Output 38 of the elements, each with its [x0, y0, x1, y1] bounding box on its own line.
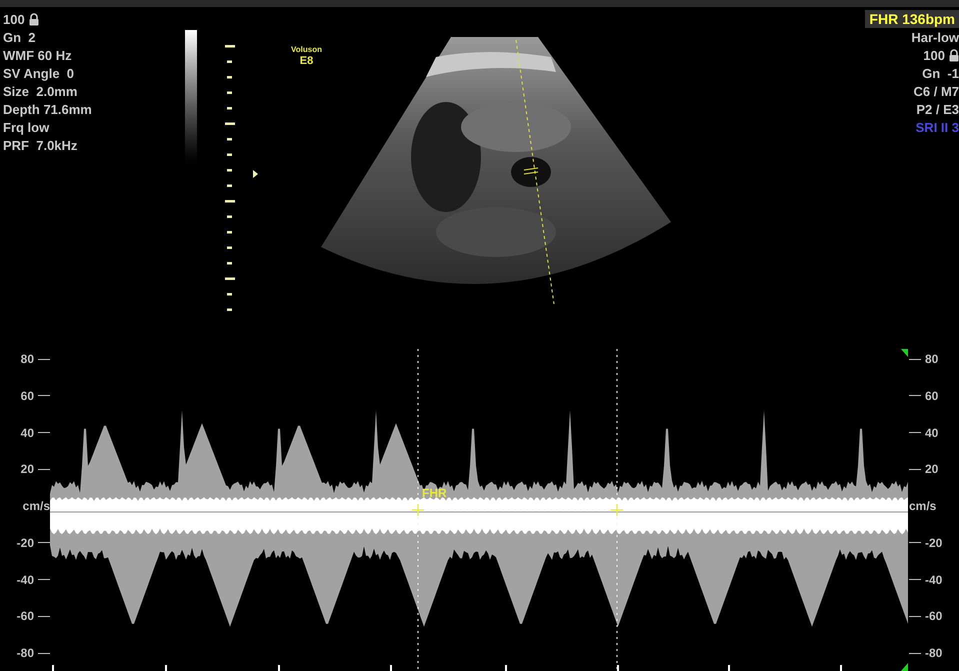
info-text: Gn 2: [3, 30, 36, 44]
scale-label: -80: [16, 647, 34, 659]
info-text: Depth 71.6mm: [3, 102, 92, 116]
heart-rate-readout: FHR 136bpm: [865, 10, 959, 28]
scale-label: -40: [16, 574, 34, 586]
scale-label: -60: [16, 610, 34, 622]
scale-label: 20: [925, 463, 938, 476]
info-text: SRI II 3: [916, 120, 959, 134]
info-text: PRF 7.0kHz: [3, 138, 78, 152]
marker-label: FHR: [422, 487, 447, 499]
lock-icon: [949, 48, 959, 62]
scale-label: -80: [925, 647, 942, 659]
scale-label: 80: [20, 353, 34, 365]
scale-label: 40: [925, 426, 938, 438]
scale-label: cm/s: [909, 500, 936, 512]
info-text: 100: [3, 12, 25, 26]
scale-label: -20: [925, 536, 942, 549]
info-text: Size 2.0mm: [3, 84, 78, 98]
info-text: Har-low: [911, 30, 959, 44]
scale-label: -60: [925, 610, 942, 622]
scale-label: 40: [20, 426, 34, 438]
info-text: P2 / E3: [916, 102, 959, 116]
info-text: Gn -1: [922, 66, 959, 80]
info-text: Frq low: [3, 120, 50, 134]
scale-label: cm/s: [22, 500, 50, 512]
scale-label: 60: [925, 390, 938, 402]
scale-label: -20: [16, 536, 34, 549]
info-text: WMF 60 Hz: [3, 48, 72, 62]
info-text: SV Angle 0: [3, 66, 74, 80]
info-text: C6 / M7: [913, 84, 959, 98]
logo-text: Voluson: [291, 45, 322, 55]
info-text: 100: [923, 48, 945, 62]
scale-label: 60: [20, 390, 34, 402]
scale-label: -40: [925, 574, 942, 586]
lock-icon: [28, 12, 39, 26]
logo-text: E8: [300, 55, 314, 69]
scale-label: 80: [925, 353, 938, 365]
scale-label: 20: [20, 463, 34, 476]
